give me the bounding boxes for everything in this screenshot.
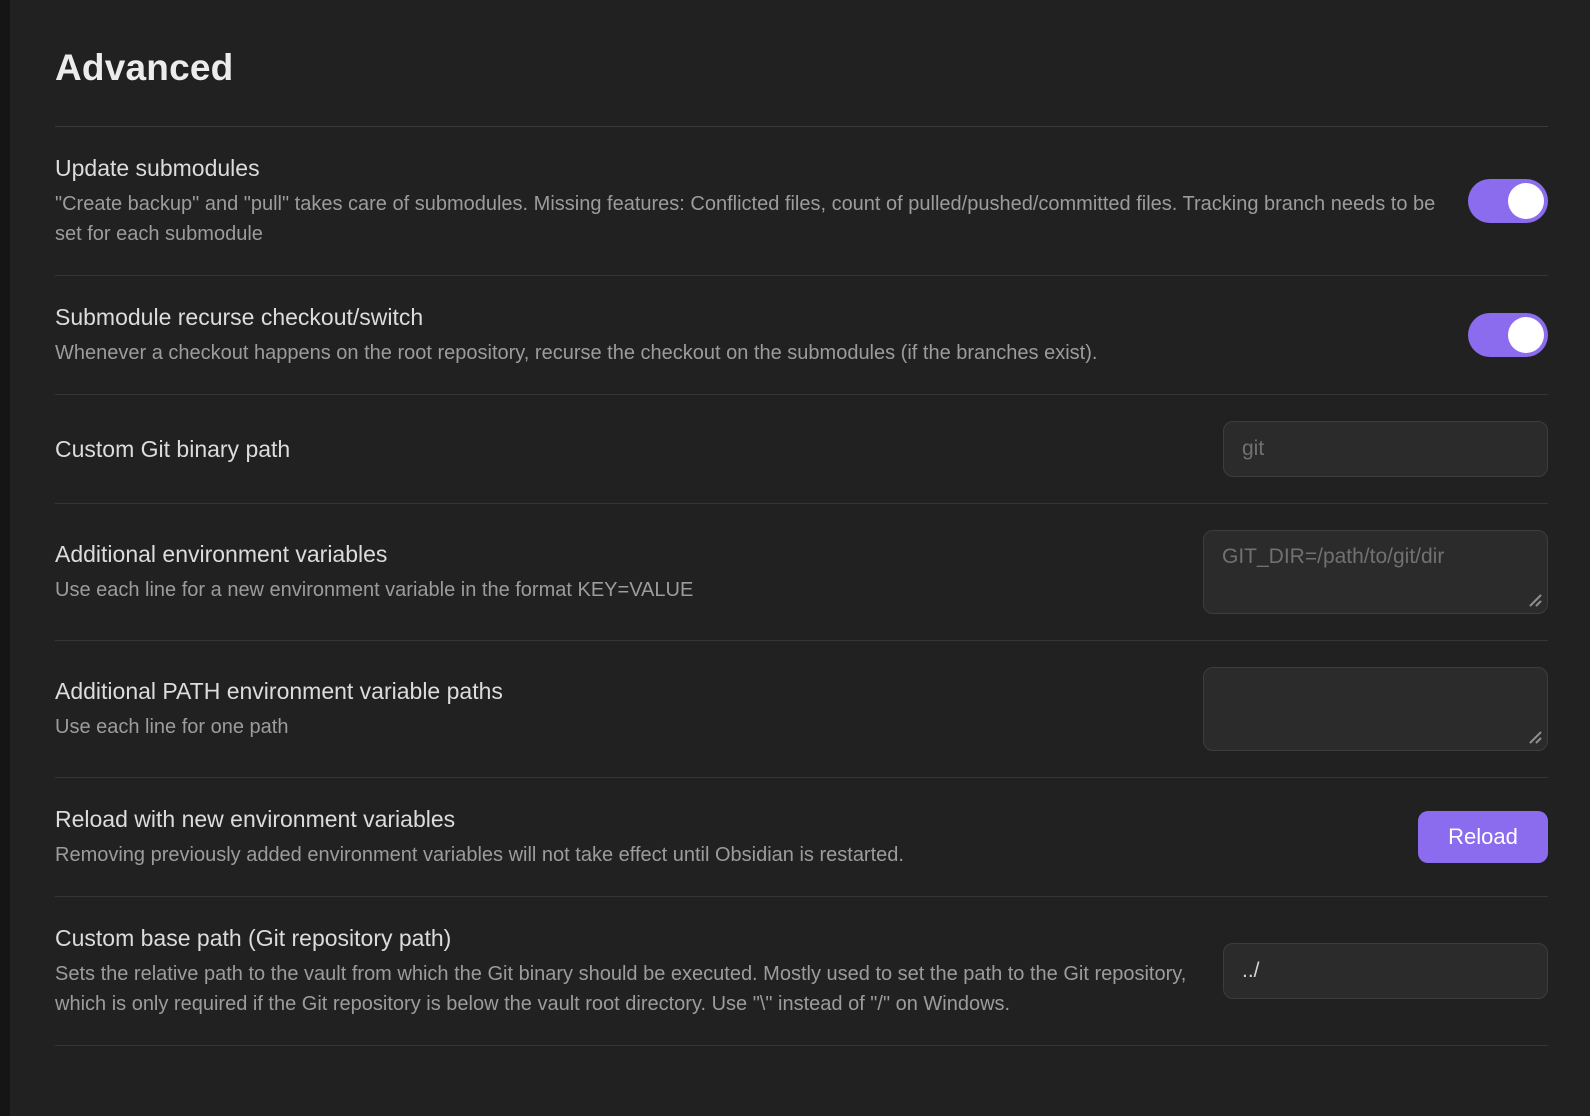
setting-name: Additional environment variables bbox=[55, 539, 1173, 569]
setting-info: Additional PATH environment variable pat… bbox=[55, 676, 1173, 742]
toggle-knob bbox=[1508, 183, 1544, 219]
setting-info: Additional environment variables Use eac… bbox=[55, 539, 1173, 605]
setting-description: Use each line for one path bbox=[55, 712, 1173, 742]
setting-name: Update submodules bbox=[55, 153, 1438, 183]
git-binary-path-input[interactable] bbox=[1223, 421, 1548, 477]
toggle-knob bbox=[1508, 317, 1544, 353]
setting-item-env-variables: Additional environment variables Use eac… bbox=[55, 504, 1548, 641]
setting-name: Custom Git binary path bbox=[55, 434, 1193, 464]
settings-content: Advanced Update submodules "Create backu… bbox=[10, 0, 1590, 1116]
setting-item-update-submodules: Update submodules "Create backup" and "p… bbox=[55, 127, 1548, 276]
setting-control bbox=[1468, 313, 1548, 357]
reload-button[interactable]: Reload bbox=[1418, 811, 1548, 863]
setting-control bbox=[1203, 667, 1548, 751]
setting-description: Whenever a checkout happens on the root … bbox=[55, 338, 1438, 368]
setting-info: Custom base path (Git repository path) S… bbox=[55, 923, 1193, 1019]
setting-name: Submodule recurse checkout/switch bbox=[55, 302, 1438, 332]
setting-name: Additional PATH environment variable pat… bbox=[55, 676, 1173, 706]
textarea-wrapper bbox=[1203, 667, 1548, 751]
setting-item-git-binary-path: Custom Git binary path bbox=[55, 395, 1548, 504]
setting-control bbox=[1223, 421, 1548, 477]
setting-item-submodule-recurse: Submodule recurse checkout/switch Whenev… bbox=[55, 276, 1548, 395]
setting-info: Submodule recurse checkout/switch Whenev… bbox=[55, 302, 1438, 368]
left-edge-strip bbox=[0, 0, 10, 1116]
setting-item-reload-env: Reload with new environment variables Re… bbox=[55, 778, 1548, 897]
page-title: Advanced bbox=[55, 46, 1548, 90]
submodule-recurse-toggle[interactable] bbox=[1468, 313, 1548, 357]
textarea-wrapper bbox=[1203, 530, 1548, 614]
setting-name: Reload with new environment variables bbox=[55, 804, 1388, 834]
setting-description: Sets the relative path to the vault from… bbox=[55, 959, 1193, 1019]
setting-info: Update submodules "Create backup" and "p… bbox=[55, 153, 1438, 249]
setting-control: Reload bbox=[1418, 811, 1548, 863]
setting-item-path-env-variables: Additional PATH environment variable pat… bbox=[55, 641, 1548, 778]
page-heading: Advanced bbox=[55, 0, 1548, 127]
env-variables-textarea[interactable] bbox=[1203, 530, 1548, 614]
setting-name: Custom base path (Git repository path) bbox=[55, 923, 1193, 953]
setting-description: Removing previously added environment va… bbox=[55, 840, 1388, 870]
setting-item-custom-base-path: Custom base path (Git repository path) S… bbox=[55, 897, 1548, 1046]
setting-description: "Create backup" and "pull" takes care of… bbox=[55, 189, 1438, 249]
setting-control bbox=[1468, 179, 1548, 223]
settings-page: Advanced Update submodules "Create backu… bbox=[0, 0, 1590, 1116]
update-submodules-toggle[interactable] bbox=[1468, 179, 1548, 223]
path-env-variables-textarea[interactable] bbox=[1203, 667, 1548, 751]
setting-info: Reload with new environment variables Re… bbox=[55, 804, 1388, 870]
setting-info: Custom Git binary path bbox=[55, 434, 1193, 464]
setting-control bbox=[1223, 943, 1548, 999]
setting-description: Use each line for a new environment vari… bbox=[55, 575, 1173, 605]
setting-control bbox=[1203, 530, 1548, 614]
custom-base-path-input[interactable] bbox=[1223, 943, 1548, 999]
